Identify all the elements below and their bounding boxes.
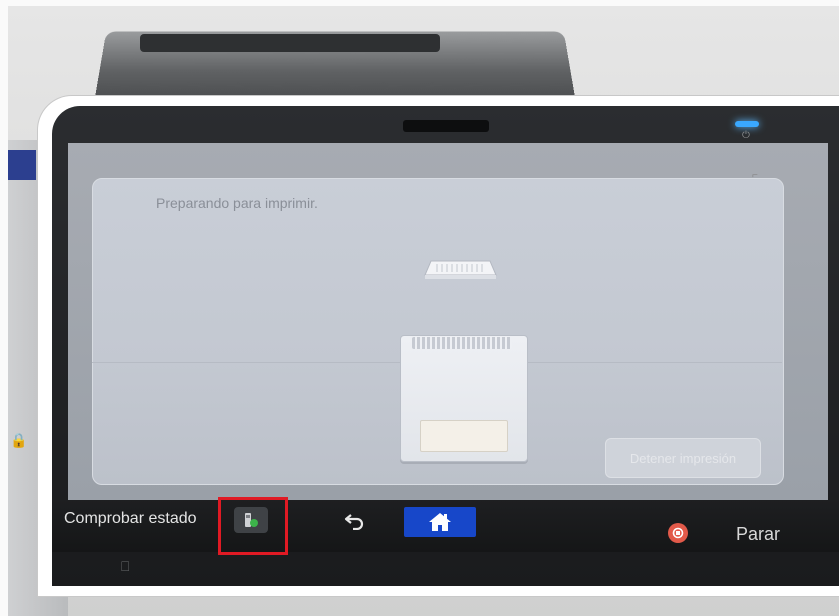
back-button[interactable] — [338, 508, 372, 534]
panel-bottom-icon: ⎕ — [121, 558, 130, 574]
home-icon — [429, 513, 451, 531]
printer-illustration-top — [412, 337, 512, 349]
status-led — [735, 121, 759, 127]
printer-illustration-tray — [420, 420, 508, 452]
check-status-label[interactable]: Comprobar estado — [64, 510, 197, 528]
back-arrow-icon — [344, 514, 364, 530]
stop-button[interactable] — [668, 523, 688, 543]
photo-scene: 🔒 ⏻ Preparando para imprimir. ⌐ Detener … — [0, 0, 839, 616]
lock-icon: 🔒 — [10, 432, 28, 448]
highlight-annotation — [218, 497, 288, 555]
document-feeder-slot — [140, 34, 440, 52]
blue-label-strip — [8, 150, 36, 180]
status-message: Preparando para imprimir. — [156, 195, 318, 211]
camera-slot — [403, 120, 489, 132]
stop-icon — [672, 527, 684, 539]
home-button[interactable] — [404, 507, 476, 537]
paper-sheet-icon — [424, 260, 497, 279]
screen-corner-icon: ⌐ — [752, 170, 758, 181]
stop-label[interactable]: Parar — [736, 524, 780, 545]
stop-print-button[interactable]: Detener impresión — [605, 438, 761, 478]
power-icon[interactable]: ⏻ — [742, 130, 750, 141]
